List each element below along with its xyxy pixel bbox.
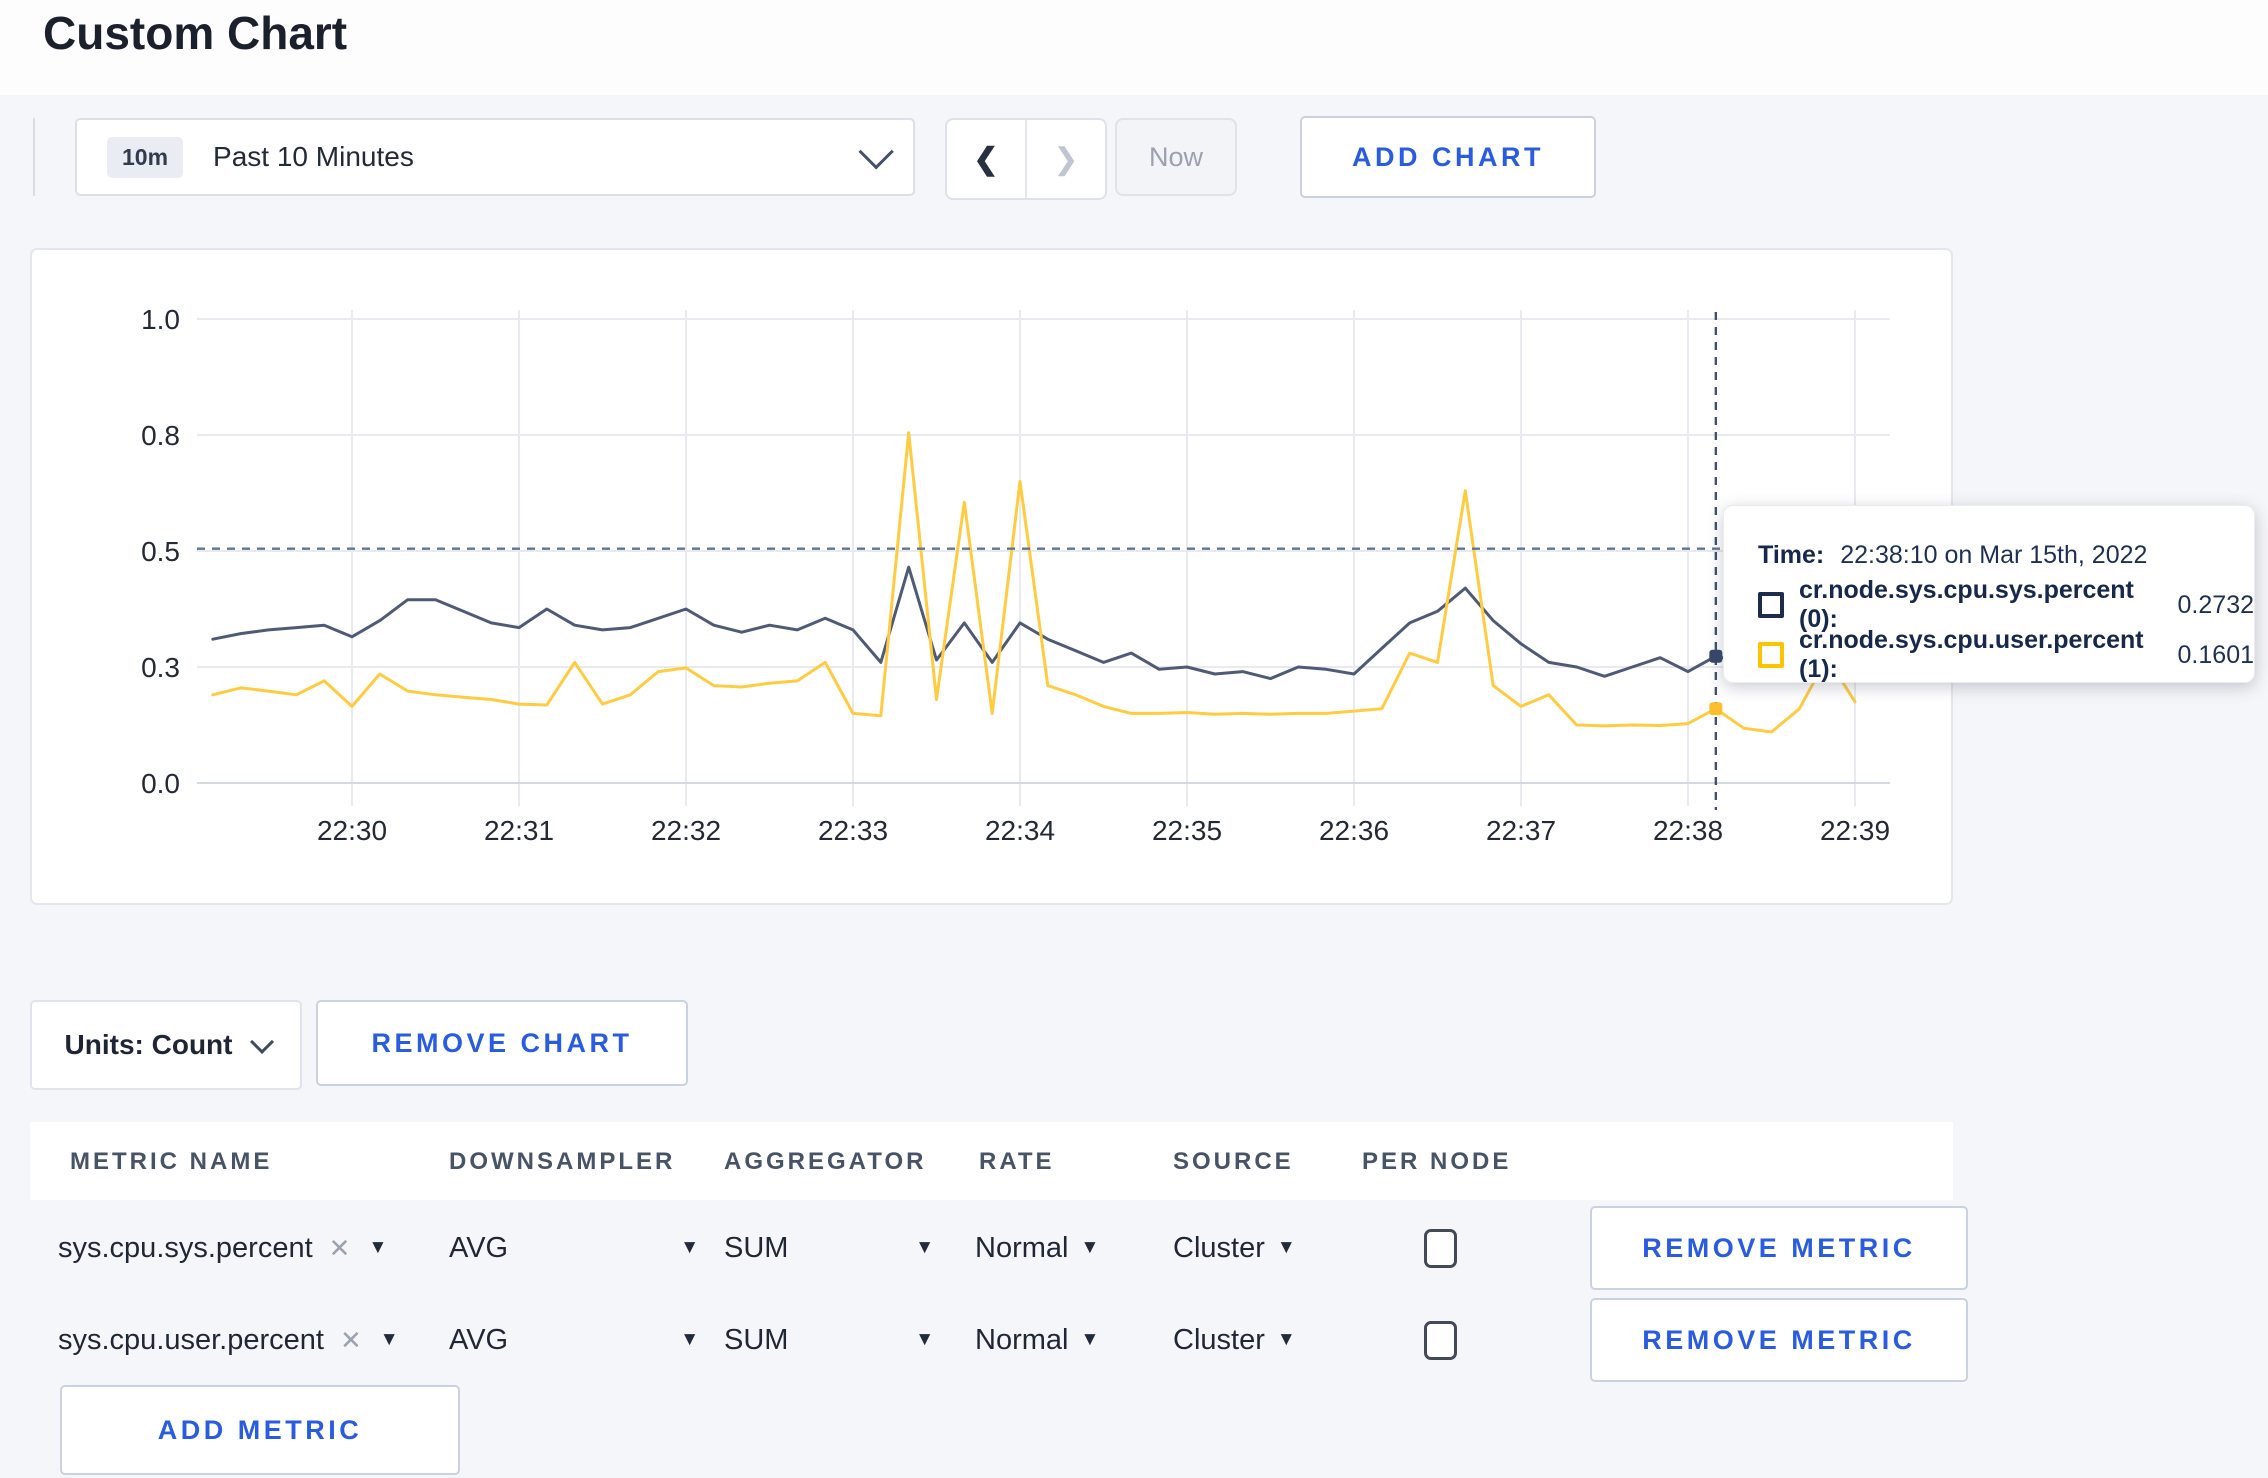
dropdown-caret-icon: ▼ [915,1237,934,1258]
dropdown-caret-icon: ▼ [1276,1237,1296,1258]
toolbar-divider [33,118,35,196]
aggregator-select[interactable]: SUM ▼ [724,1203,934,1293]
tooltip-time-label: Time: [1758,540,1825,569]
tooltip-time-row: Time: 22:38:10 on Mar 15th, 2022 [1758,530,2254,580]
tooltip-series-row: cr.node.sys.cpu.sys.percent (0): 0.2732 [1758,576,2254,633]
col-header-aggregator: AGGREGATOR [724,1148,927,1175]
axis-label: 22:38 [1653,815,1723,846]
col-header-metric-name: METRIC NAME [70,1148,273,1175]
metric-name: sys.cpu.sys.percent [58,1231,313,1264]
prev-time-button[interactable]: ❮ [947,120,1027,198]
col-header-per-node: PER NODE [1362,1148,1512,1175]
per-node-checkbox[interactable] [1424,1320,1457,1360]
dropdown-caret-icon: ▼ [1276,1329,1296,1350]
units-label: Units: Count [64,1029,233,1060]
axis-label: 22:33 [818,815,888,846]
dropdown-caret-icon: ▼ [1080,1329,1100,1350]
axis-label: 22:35 [1152,815,1222,846]
dropdown-caret-icon: ▼ [379,1329,399,1350]
rate-select[interactable]: Normal ▼ [975,1203,1099,1293]
rate-select[interactable]: Normal ▼ [975,1295,1099,1385]
remove-chart-button[interactable]: REMOVE CHART [316,1000,688,1086]
chevron-down-icon [858,133,894,170]
add-metric-button[interactable]: ADD METRIC [60,1385,460,1475]
axis-label: 22:34 [985,815,1055,846]
chart-tooltip: Time: 22:38:10 on Mar 15th, 2022 cr.node… [1723,505,2255,683]
units-select[interactable]: Units: Count [30,1000,302,1090]
page-title: Custom Chart [43,7,348,59]
axis-label: 22:32 [651,815,721,846]
time-range-label: Past 10 Minutes [213,141,414,172]
metric-name-select[interactable]: sys.cpu.user.percent ✕ ▼ [58,1295,399,1385]
metric-row: sys.cpu.sys.percent ✕ ▼ AVG ▼ SUM ▼ Norm… [30,1203,1968,1293]
sys-series-swatch-icon [1758,592,1784,618]
chart-plot-area[interactable]: 22:30 22:31 22:32 22:33 22:34 22:35 22:36 22:37… [32,250,1951,903]
dropdown-caret-icon: ▼ [1080,1237,1100,1258]
axis-label: 0.0 [141,768,180,799]
chart-card: 22:30 22:31 22:32 22:33 22:34 22:35 22:36 22:37… [30,248,1953,905]
axis-label: 0.5 [141,536,180,567]
axis-label: 0.3 [141,652,180,683]
remove-metric-button[interactable]: REMOVE METRIC [1590,1206,1968,1290]
axis-label: 22:30 [317,815,387,846]
user-series-swatch-icon [1758,642,1784,668]
per-node-cell [1424,1203,1457,1293]
dropdown-caret-icon: ▼ [368,1237,388,1258]
metrics-table-header: METRIC NAME DOWNSAMPLER AGGREGATOR RATE … [30,1122,1953,1200]
clear-metric-icon[interactable]: ✕ [340,1325,362,1356]
time-pager: ❮ ❯ [945,118,1107,200]
axis-label: 22:37 [1486,815,1556,846]
axis-label: 1.0 [141,304,180,335]
dropdown-caret-icon: ▼ [680,1237,699,1258]
axis-label: 22:31 [484,815,554,846]
time-range-select[interactable]: 10m Past 10 Minutes [75,118,915,196]
source-select[interactable]: Cluster ▼ [1173,1203,1296,1293]
tooltip-series-value: 0.2732 [2177,590,2254,619]
clear-metric-icon[interactable]: ✕ [329,1233,351,1264]
dropdown-caret-icon: ▼ [680,1329,699,1350]
per-node-checkbox[interactable] [1424,1228,1457,1268]
tooltip-series-row: cr.node.sys.cpu.user.percent (1): 0.1601 [1758,626,2254,683]
col-header-downsampler: DOWNSAMPLER [449,1148,676,1175]
dropdown-caret-icon: ▼ [915,1329,934,1350]
source-select[interactable]: Cluster ▼ [1173,1295,1296,1385]
aggregator-select[interactable]: SUM ▼ [724,1295,934,1385]
downsampler-select[interactable]: AVG ▼ [449,1203,699,1293]
tooltip-series-label: cr.node.sys.cpu.user.percent (1): [1799,626,2144,683]
axis-label: 22:39 [1820,815,1890,846]
downsampler-select[interactable]: AVG ▼ [449,1295,699,1385]
tooltip-time-value: 22:38:10 on Mar 15th, 2022 [1840,540,2148,569]
metric-name-select[interactable]: sys.cpu.sys.percent ✕ ▼ [58,1203,387,1293]
per-node-cell [1424,1295,1457,1385]
chevron-down-icon [250,1029,275,1054]
add-chart-button[interactable]: ADD CHART [1300,116,1596,198]
axis-label: 22:36 [1319,815,1389,846]
next-time-button[interactable]: ❯ [1027,120,1105,198]
axis-label: 0.8 [141,420,180,451]
col-header-source: SOURCE [1173,1148,1294,1175]
tooltip-series-value: 0.1601 [2177,640,2254,669]
metric-row: sys.cpu.user.percent ✕ ▼ AVG ▼ SUM ▼ Nor… [30,1295,1968,1385]
remove-metric-button[interactable]: REMOVE METRIC [1590,1298,1968,1382]
metric-name: sys.cpu.user.percent [58,1323,324,1356]
now-button[interactable]: Now [1115,118,1237,196]
col-header-rate: RATE [979,1148,1055,1175]
custom-chart-page: Custom Chart 10m Past 10 Minutes ❮ ❯ Now… [0,0,2268,1478]
time-range-badge: 10m [107,136,184,178]
